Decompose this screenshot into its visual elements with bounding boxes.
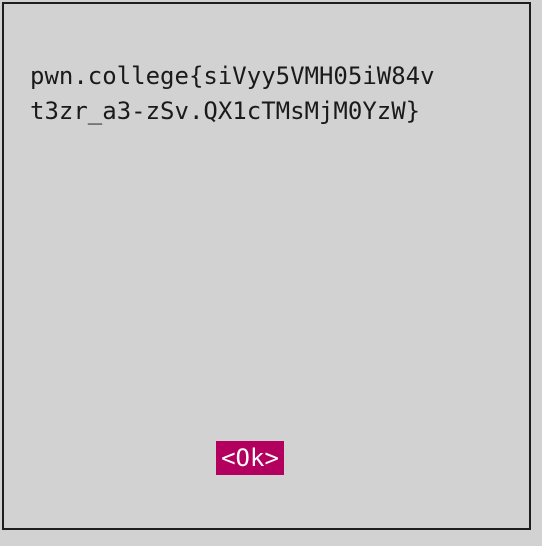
ok-button[interactable]: <Ok>: [216, 441, 284, 475]
dialog-message: pwn.college{siVyy5VMH05iW84v t3zr_a3-zSv.…: [30, 59, 435, 129]
message-dialog: pwn.college{siVyy5VMH05iW84v t3zr_a3-zSv.…: [2, 2, 531, 530]
message-line-1: pwn.college{siVyy5VMH05iW84v: [30, 62, 435, 90]
message-line-2: t3zr_a3-zSv.QX1cTMsMjM0YzW}: [30, 97, 421, 125]
